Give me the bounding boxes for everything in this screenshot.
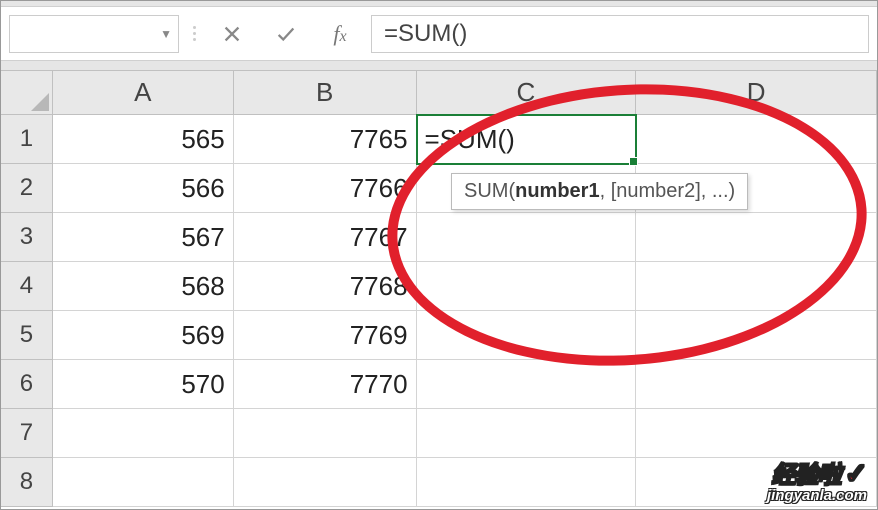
spreadsheet-grid: A B C D 1 565 7765 =SUM() 2 566 7766 3 5… xyxy=(1,71,877,507)
row-header[interactable]: 6 xyxy=(1,360,53,409)
cell-A3[interactable]: 567 xyxy=(53,213,234,262)
row-header[interactable]: 5 xyxy=(1,311,53,360)
x-icon xyxy=(221,23,243,45)
cell-A4[interactable]: 568 xyxy=(53,262,234,311)
row-header[interactable]: 8 xyxy=(1,458,53,507)
name-box-dropdown-icon[interactable]: ▼ xyxy=(160,27,172,41)
select-all-corner[interactable] xyxy=(1,71,53,115)
cell-C1[interactable]: =SUM() xyxy=(417,115,637,164)
cell-C6[interactable] xyxy=(417,360,637,409)
tooltip-arg1: number1 xyxy=(515,180,599,202)
cell-B7[interactable] xyxy=(234,409,417,458)
watermark-url: jingyanla.com xyxy=(767,488,867,503)
cell-C3[interactable] xyxy=(417,213,637,262)
cell-D1[interactable] xyxy=(636,115,877,164)
cell-C5[interactable] xyxy=(417,311,637,360)
table-row: 7 xyxy=(1,409,877,458)
check-icon xyxy=(275,23,297,45)
cell-B5[interactable]: 7769 xyxy=(234,311,417,360)
cell-A2[interactable]: 566 xyxy=(53,164,234,213)
row-header[interactable]: 2 xyxy=(1,164,53,213)
check-icon: ✓ xyxy=(845,458,867,489)
row-header[interactable]: 7 xyxy=(1,409,53,458)
cancel-button[interactable] xyxy=(209,15,255,53)
row-header[interactable]: 4 xyxy=(1,262,53,311)
table-row: 8 xyxy=(1,458,877,507)
table-row: 4 568 7768 xyxy=(1,262,877,311)
cell-A5[interactable]: 569 xyxy=(53,311,234,360)
cell-B6[interactable]: 7770 xyxy=(234,360,417,409)
cell-C4[interactable] xyxy=(417,262,637,311)
table-row: 1 565 7765 =SUM() xyxy=(1,115,877,164)
formula-bar-divider xyxy=(187,26,201,41)
cell-D5[interactable] xyxy=(636,311,877,360)
row-header[interactable]: 3 xyxy=(1,213,53,262)
row-header[interactable]: 1 xyxy=(1,115,53,164)
cell-C8[interactable] xyxy=(417,458,637,507)
cell-D4[interactable] xyxy=(636,262,877,311)
table-row: 6 570 7770 xyxy=(1,360,877,409)
cell-A6[interactable]: 570 xyxy=(53,360,234,409)
cell-B3[interactable]: 7767 xyxy=(234,213,417,262)
cell-C7[interactable] xyxy=(417,409,637,458)
fx-icon: fx xyxy=(333,21,346,47)
table-row: 5 569 7769 xyxy=(1,311,877,360)
fx-button[interactable]: fx xyxy=(317,15,363,53)
cell-B4[interactable]: 7768 xyxy=(234,262,417,311)
cell-D6[interactable] xyxy=(636,360,877,409)
column-header-B[interactable]: B xyxy=(234,71,417,115)
cell-A1[interactable]: 565 xyxy=(53,115,234,164)
formula-input[interactable]: =SUM() xyxy=(371,15,869,53)
column-header-A[interactable]: A xyxy=(53,71,234,115)
formula-text: =SUM() xyxy=(384,20,467,48)
column-header-D[interactable]: D xyxy=(636,71,877,115)
column-header-C[interactable]: C xyxy=(417,71,637,115)
cell-B2[interactable]: 7766 xyxy=(234,164,417,213)
table-row: 3 567 7767 xyxy=(1,213,877,262)
column-headers: A B C D xyxy=(1,71,877,115)
cell-D3[interactable] xyxy=(636,213,877,262)
spacer xyxy=(1,61,877,71)
tooltip-fn: SUM xyxy=(464,180,508,202)
watermark-text: 经验啦 xyxy=(772,462,841,489)
cell-A7[interactable] xyxy=(53,409,234,458)
cell-D7[interactable] xyxy=(636,409,877,458)
enter-button[interactable] xyxy=(263,15,309,53)
name-box[interactable]: ▼ xyxy=(9,15,179,53)
cell-B1[interactable]: 7765 xyxy=(234,115,417,164)
cell-B8[interactable] xyxy=(234,458,417,507)
tooltip-rest: , [number2], ...) xyxy=(600,180,736,202)
watermark: 经验啦✓ jingyanla.com xyxy=(767,460,867,503)
cell-A8[interactable] xyxy=(53,458,234,507)
formula-bar: ▼ fx =SUM() xyxy=(1,7,877,61)
function-tooltip: SUM(number1, [number2], ...) xyxy=(451,173,748,210)
